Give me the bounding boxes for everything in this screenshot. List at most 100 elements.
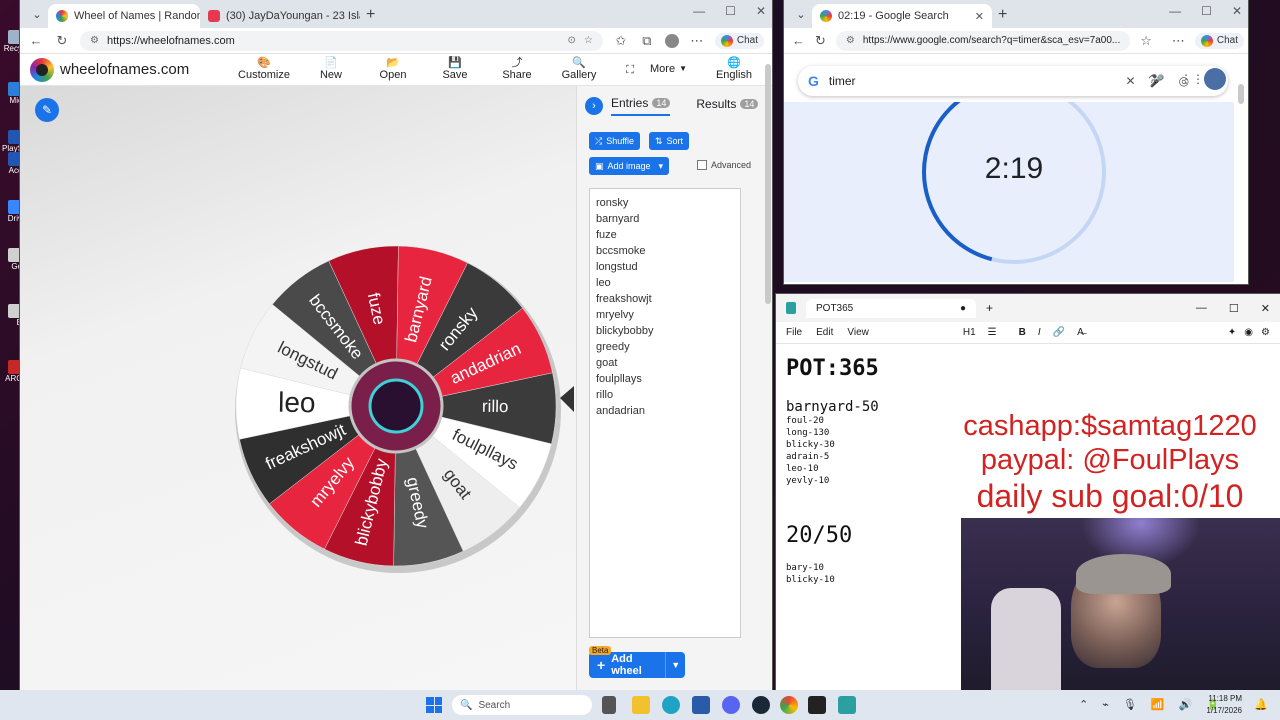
- bold-icon[interactable]: B: [1019, 327, 1026, 338]
- tab-search-icon[interactable]: ⌄: [26, 3, 48, 25]
- sort-button[interactable]: ⇅ Sort: [649, 132, 690, 150]
- language-button[interactable]: 🌐 English: [706, 57, 762, 81]
- collapse-panel-button[interactable]: ›: [585, 97, 603, 115]
- add-image-button[interactable]: ▣ Add image ▾: [589, 157, 670, 175]
- back-icon[interactable]: ←: [28, 33, 44, 48]
- new-tab-icon[interactable]: +: [998, 6, 1007, 24]
- menu-file[interactable]: File: [786, 327, 802, 338]
- page-scrollbar[interactable]: [1238, 84, 1244, 104]
- wheel[interactable]: rillofoulpllaysgoatgreedyblickybobbymrye…: [20, 86, 576, 690]
- unsaved-dot-icon[interactable]: ●: [960, 303, 966, 314]
- menu-new-button[interactable]: 📄 New: [300, 57, 362, 81]
- page-scrollbar[interactable]: [765, 64, 771, 304]
- task-view-icon[interactable]: [602, 696, 616, 714]
- desktop-shortcut[interactable]: Driv: [2, 200, 22, 223]
- clear-icon[interactable]: ✕: [1126, 74, 1136, 88]
- desktop-shortcut[interactable]: PlaySt: [2, 130, 22, 153]
- extension-icon[interactable]: ⊙: [568, 35, 576, 46]
- discord-icon[interactable]: [722, 696, 740, 714]
- reload-icon[interactable]: ↻: [54, 33, 70, 49]
- volume-icon[interactable]: 🔊: [1179, 698, 1193, 711]
- start-icon[interactable]: [426, 697, 442, 713]
- link-icon[interactable]: 🔗: [1053, 327, 1065, 338]
- labs-icon[interactable]: ⚗: [1148, 72, 1159, 86]
- minimize-icon[interactable]: —: [1169, 4, 1181, 18]
- bookmark-star-icon[interactable]: ☆: [584, 35, 593, 46]
- desktop-shortcut[interactable]: Mic: [2, 82, 22, 105]
- taskbar-search[interactable]: 🔍 Search: [452, 695, 592, 715]
- add-wheel-button[interactable]: + Add wheel ▼: [589, 652, 685, 678]
- tab-google-search[interactable]: 02:19 - Google Search ✕: [812, 4, 992, 28]
- advanced-toggle[interactable]: Advanced: [697, 160, 751, 170]
- new-tab-icon[interactable]: +: [366, 6, 375, 24]
- collections-icon[interactable]: ⧉: [639, 33, 655, 49]
- settings-gear-icon[interactable]: ⚙: [1261, 327, 1270, 338]
- address-bar[interactable]: ⚙ https://www.google.com/search?q=timer&…: [835, 30, 1131, 51]
- menu-gallery-button[interactable]: 🔍 Gallery: [548, 57, 610, 81]
- desktop-shortcut[interactable]: ARC: [2, 360, 22, 383]
- bookmark-star-icon[interactable]: ☆: [1140, 33, 1152, 49]
- reload-icon[interactable]: ↻: [815, 33, 826, 49]
- menu-open-button[interactable]: 📂 Open: [362, 57, 424, 81]
- more-menu-icon[interactable]: ⋯: [1172, 33, 1185, 49]
- back-icon[interactable]: ←: [792, 33, 805, 48]
- notifications-icon[interactable]: 🔔: [1254, 698, 1268, 711]
- address-bar[interactable]: ⚙ https://wheelofnames.com ⊙ ☆: [80, 30, 603, 51]
- profile-avatar[interactable]: [664, 33, 679, 48]
- tab-search-icon[interactable]: ⌄: [790, 3, 812, 25]
- tab-entries[interactable]: Entries 14: [611, 96, 671, 116]
- maximize-icon[interactable]: ☐: [1229, 302, 1239, 315]
- close-window-icon[interactable]: ✕: [1232, 4, 1242, 18]
- maximize-icon[interactable]: ☐: [725, 4, 736, 18]
- menu-customize-button[interactable]: 🎨 Customize: [228, 57, 300, 81]
- copilot-icon[interactable]: ✦: [1228, 327, 1236, 338]
- close-tab-icon[interactable]: ✕: [975, 10, 984, 23]
- menu-view[interactable]: View: [847, 327, 869, 338]
- microphone-icon[interactable]: 🎙: [1123, 698, 1137, 711]
- network-icon[interactable]: ⌁: [1102, 698, 1109, 711]
- chat-button[interactable]: Chat: [714, 32, 764, 49]
- tab-youtube[interactable]: (30) JayDaYoungan - 23 Island [Offi ✕: [200, 4, 360, 28]
- apps-grid-icon[interactable]: ⋮⋮: [1180, 72, 1204, 86]
- site-logo[interactable]: wheelofnames.com: [30, 57, 189, 82]
- clear-format-icon[interactable]: A̶: [1077, 327, 1084, 338]
- italic-icon[interactable]: I: [1038, 327, 1041, 338]
- account-icon[interactable]: ◉: [1244, 327, 1253, 338]
- menu-share-button[interactable]: ⤴ Share: [486, 57, 548, 81]
- obs-icon[interactable]: [808, 696, 826, 714]
- advanced-checkbox[interactable]: [697, 160, 707, 170]
- notepad-taskbar-icon[interactable]: [838, 696, 856, 714]
- list-icon[interactable]: ☰: [988, 327, 997, 338]
- clock[interactable]: 11:18 PM 1/17/2026: [1206, 693, 1242, 717]
- site-info-icon[interactable]: ⚙: [90, 35, 99, 46]
- desktop-shortcut[interactable]: Acc: [2, 152, 22, 175]
- notepad-tab[interactable]: POT365 ●: [806, 298, 976, 318]
- new-tab-icon[interactable]: +: [986, 301, 993, 315]
- chevron-up-icon[interactable]: ⌃: [1079, 698, 1088, 711]
- minimize-icon[interactable]: —: [693, 4, 705, 18]
- favorites-icon[interactable]: ✩: [613, 33, 629, 49]
- desktop-shortcut[interactable]: Ge: [2, 248, 22, 271]
- maximize-icon[interactable]: ☐: [1201, 4, 1212, 18]
- google-account-avatar[interactable]: [1204, 68, 1226, 90]
- heading-style-dropdown[interactable]: H1: [963, 327, 976, 338]
- minimize-icon[interactable]: —: [1196, 302, 1207, 315]
- entries-textarea[interactable]: ronsky barnyard fuze bccsmoke longstud leo fre…: [589, 188, 741, 638]
- desktop-shortcut[interactable]: Recy: [2, 30, 22, 53]
- close-window-icon[interactable]: ✕: [1261, 302, 1270, 315]
- tab-wheel-of-names[interactable]: Wheel of Names | Random name ✕: [48, 4, 200, 28]
- file-explorer-icon[interactable]: [632, 696, 650, 714]
- desktop-shortcut[interactable]: E: [2, 304, 22, 327]
- tab-results[interactable]: Results 14: [696, 97, 759, 115]
- more-button[interactable]: More ▼: [650, 63, 706, 75]
- caret-down-icon[interactable]: ▼: [665, 652, 685, 678]
- close-window-icon[interactable]: ✕: [756, 4, 766, 18]
- chrome-icon[interactable]: [780, 696, 798, 714]
- wifi-icon[interactable]: 📶: [1151, 698, 1165, 711]
- edge-icon[interactable]: [662, 696, 680, 714]
- site-info-icon[interactable]: ⚙: [846, 35, 855, 46]
- more-menu-icon[interactable]: ⋯: [689, 33, 705, 49]
- store-icon[interactable]: [692, 696, 710, 714]
- chat-button[interactable]: Chat: [1194, 32, 1245, 49]
- fullscreen-button[interactable]: ⛶: [610, 64, 650, 76]
